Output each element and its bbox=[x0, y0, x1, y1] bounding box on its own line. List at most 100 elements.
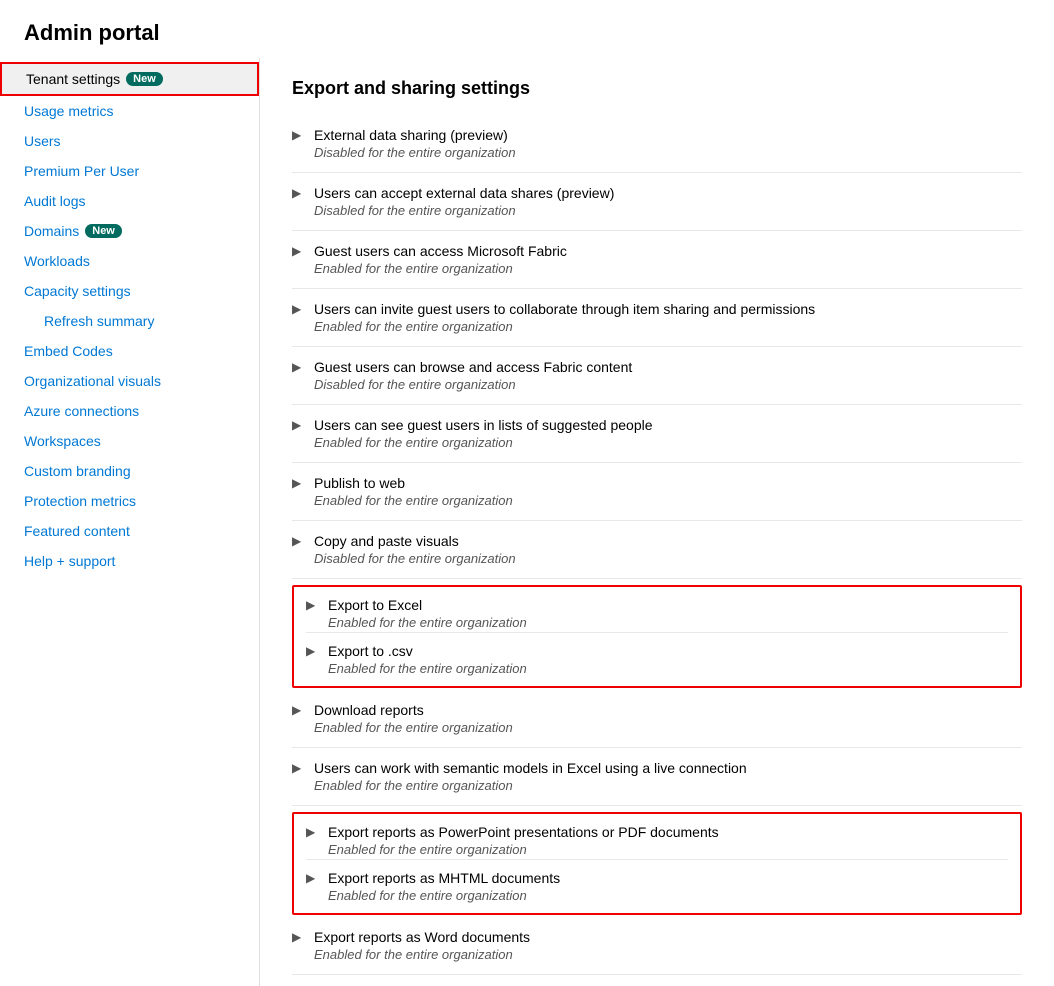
setting-header-export-to-csv[interactable]: ▶Export to .csv bbox=[306, 643, 1008, 659]
sidebar-item-label: Premium Per User bbox=[24, 163, 139, 179]
sidebar-item-label: Embed Codes bbox=[24, 343, 113, 359]
chevron-right-icon: ▶ bbox=[292, 186, 306, 200]
sidebar-item-label: Audit logs bbox=[24, 193, 85, 209]
setting-header-copy-paste-visuals[interactable]: ▶ Copy and paste visuals bbox=[292, 533, 1022, 549]
setting-item-invite-guest-users: ▶Users can invite guest users to collabo… bbox=[292, 291, 1022, 344]
chevron-right-icon: ▶ bbox=[292, 703, 306, 717]
sidebar: Tenant settingsNewUsage metricsUsersPrem… bbox=[0, 58, 260, 986]
sidebar-item-label: Domains bbox=[24, 223, 79, 239]
sidebar-item-label: Featured content bbox=[24, 523, 130, 539]
sidebar-item-label: Users bbox=[24, 133, 61, 149]
setting-group-group1: ▶ Export to Excel Enabled for the entire o… bbox=[292, 585, 1022, 688]
setting-name: Publish to web bbox=[314, 475, 405, 491]
sidebar-item-users[interactable]: Users bbox=[0, 126, 259, 156]
setting-name: Export reports as PowerPoint presentatio… bbox=[328, 824, 719, 840]
setting-name: Users can invite guest users to collabor… bbox=[314, 301, 815, 317]
setting-status: Enabled for the entire organization bbox=[328, 661, 1008, 676]
sidebar-item-custom-branding[interactable]: Custom branding bbox=[0, 456, 259, 486]
sidebar-item-label: Workloads bbox=[24, 253, 90, 269]
setting-header-invite-guest-users[interactable]: ▶Users can invite guest users to collabo… bbox=[292, 301, 1022, 317]
sidebar-item-usage-metrics[interactable]: Usage metrics bbox=[0, 96, 259, 126]
divider bbox=[292, 288, 1022, 289]
setting-header-publish-to-web[interactable]: ▶Publish to web bbox=[292, 475, 1022, 491]
setting-status: Enabled for the entire organization bbox=[328, 615, 1008, 630]
sidebar-item-domains[interactable]: Domains New bbox=[0, 216, 259, 246]
setting-name: Export to Excel bbox=[328, 597, 422, 613]
sidebar-item-audit-logs[interactable]: Audit logs bbox=[0, 186, 259, 216]
setting-header-export-word-docs[interactable]: ▶Export reports as Word documents bbox=[292, 929, 1022, 945]
setting-item-download-reports: ▶Download reports Enabled for the entire … bbox=[292, 692, 1022, 745]
sidebar-item-premium-per-user[interactable]: Premium Per User bbox=[0, 156, 259, 186]
setting-row: ▶Users can invite guest users to collabo… bbox=[292, 301, 1022, 334]
setting-header-guest-users-suggested[interactable]: ▶Users can see guest users in lists of s… bbox=[292, 417, 1022, 433]
sidebar-item-label: Usage metrics bbox=[24, 103, 113, 119]
chevron-right-icon: ▶ bbox=[292, 534, 306, 548]
sidebar-item-featured-content[interactable]: Featured content bbox=[0, 516, 259, 546]
chevron-right-icon: ▶ bbox=[292, 244, 306, 258]
setting-status: Disabled for the entire organization bbox=[314, 377, 1022, 392]
setting-row-export-to-csv: ▶Export to .csv Enabled for the entire or… bbox=[306, 643, 1008, 676]
sidebar-item-label: Workspaces bbox=[24, 433, 101, 449]
sidebar-item-azure-connections[interactable]: Azure connections bbox=[0, 396, 259, 426]
setting-status: Enabled for the entire organization bbox=[328, 888, 1008, 903]
divider bbox=[292, 230, 1022, 231]
setting-header-guest-access-fabric[interactable]: ▶ Guest users can access Microsoft Fabric bbox=[292, 243, 1022, 259]
setting-row: ▶ Copy and paste visuals Disabled for the … bbox=[292, 533, 1022, 566]
chevron-right-icon: ▶ bbox=[306, 598, 320, 612]
setting-row-export-reports-ppt-pdf: ▶ Export reports as PowerPoint presentati… bbox=[306, 824, 1008, 862]
sidebar-item-capacity-settings[interactable]: Capacity settings bbox=[0, 276, 259, 306]
setting-status: Enabled for the entire organization bbox=[314, 720, 1022, 735]
divider bbox=[292, 346, 1022, 347]
chevron-right-icon: ▶ bbox=[306, 825, 320, 839]
setting-header-export-reports-mhtml[interactable]: ▶Export reports as MHTML documents bbox=[306, 870, 1008, 886]
divider bbox=[292, 172, 1022, 173]
setting-status: Enabled for the entire organization bbox=[314, 261, 1022, 276]
setting-header-guest-browse-fabric[interactable]: ▶Guest users can browse and access Fabri… bbox=[292, 359, 1022, 375]
divider bbox=[292, 805, 1022, 806]
setting-name: External data sharing (preview) bbox=[314, 127, 508, 143]
chevron-right-icon: ▶ bbox=[292, 761, 306, 775]
sidebar-item-workspaces[interactable]: Workspaces bbox=[0, 426, 259, 456]
setting-item-external-data-sharing: ▶External data sharing (preview)Disabled… bbox=[292, 117, 1022, 170]
setting-row-export-reports-mhtml: ▶Export reports as MHTML documents Enable… bbox=[306, 870, 1008, 903]
setting-row: ▶Export reports as Word documentsEnabled… bbox=[292, 929, 1022, 962]
setting-header-accept-external-data-shares[interactable]: ▶Users can accept external data shares (… bbox=[292, 185, 1022, 201]
chevron-right-icon: ▶ bbox=[292, 360, 306, 374]
setting-header-semantic-models-excel[interactable]: ▶Users can work with semantic models in … bbox=[292, 760, 1022, 776]
setting-row: ▶Guest users can browse and access Fabri… bbox=[292, 359, 1022, 392]
setting-item-guest-browse-fabric: ▶Guest users can browse and access Fabri… bbox=[292, 349, 1022, 402]
setting-status: Disabled for the entire organization bbox=[314, 551, 1022, 566]
sidebar-item-protection-metrics[interactable]: Protection metrics bbox=[0, 486, 259, 516]
setting-item-guest-users-suggested: ▶Users can see guest users in lists of s… bbox=[292, 407, 1022, 460]
setting-name: Export reports as Word documents bbox=[314, 929, 530, 945]
sidebar-item-label: Tenant settings bbox=[26, 71, 120, 87]
setting-item-guest-access-fabric: ▶ Guest users can access Microsoft Fabric… bbox=[292, 233, 1022, 286]
settings-list: ▶External data sharing (preview)Disabled… bbox=[292, 117, 1022, 977]
setting-name: Guest users can access Microsoft Fabric bbox=[314, 243, 567, 259]
setting-row: ▶External data sharing (preview)Disabled… bbox=[292, 127, 1022, 160]
sidebar-item-label: Capacity settings bbox=[24, 283, 131, 299]
sidebar-item-refresh-summary[interactable]: Refresh summary bbox=[0, 306, 259, 336]
sidebar-item-label: Custom branding bbox=[24, 463, 131, 479]
setting-header-export-to-excel[interactable]: ▶ Export to Excel bbox=[306, 597, 1008, 613]
new-badge: New bbox=[85, 224, 122, 238]
main-content: Export and sharing settings ▶External da… bbox=[260, 58, 1054, 986]
sidebar-item-organizational-visuals[interactable]: Organizational visuals bbox=[0, 366, 259, 396]
sidebar-item-embed-codes[interactable]: Embed Codes bbox=[0, 336, 259, 366]
sidebar-item-label: Organizational visuals bbox=[24, 373, 161, 389]
sidebar-item-tenant-settings[interactable]: Tenant settingsNew bbox=[0, 62, 259, 96]
setting-item-accept-external-data-shares: ▶Users can accept external data shares (… bbox=[292, 175, 1022, 228]
setting-name: Copy and paste visuals bbox=[314, 533, 459, 549]
setting-header-download-reports[interactable]: ▶Download reports bbox=[292, 702, 1022, 718]
divider bbox=[292, 578, 1022, 579]
divider bbox=[292, 462, 1022, 463]
setting-group-group2: ▶ Export reports as PowerPoint presentati… bbox=[292, 812, 1022, 915]
setting-name: Export to .csv bbox=[328, 643, 413, 659]
setting-item-copy-paste-visuals: ▶ Copy and paste visuals Disabled for the … bbox=[292, 523, 1022, 576]
setting-item-publish-to-web: ▶Publish to webEnabled for the entire or… bbox=[292, 465, 1022, 518]
sidebar-item-help-support[interactable]: Help + support bbox=[0, 546, 259, 576]
page-title: Admin portal bbox=[0, 0, 1054, 58]
sidebar-item-workloads[interactable]: Workloads bbox=[0, 246, 259, 276]
setting-header-external-data-sharing[interactable]: ▶External data sharing (preview) bbox=[292, 127, 1022, 143]
setting-header-export-reports-ppt-pdf[interactable]: ▶ Export reports as PowerPoint presentati… bbox=[306, 824, 1008, 840]
